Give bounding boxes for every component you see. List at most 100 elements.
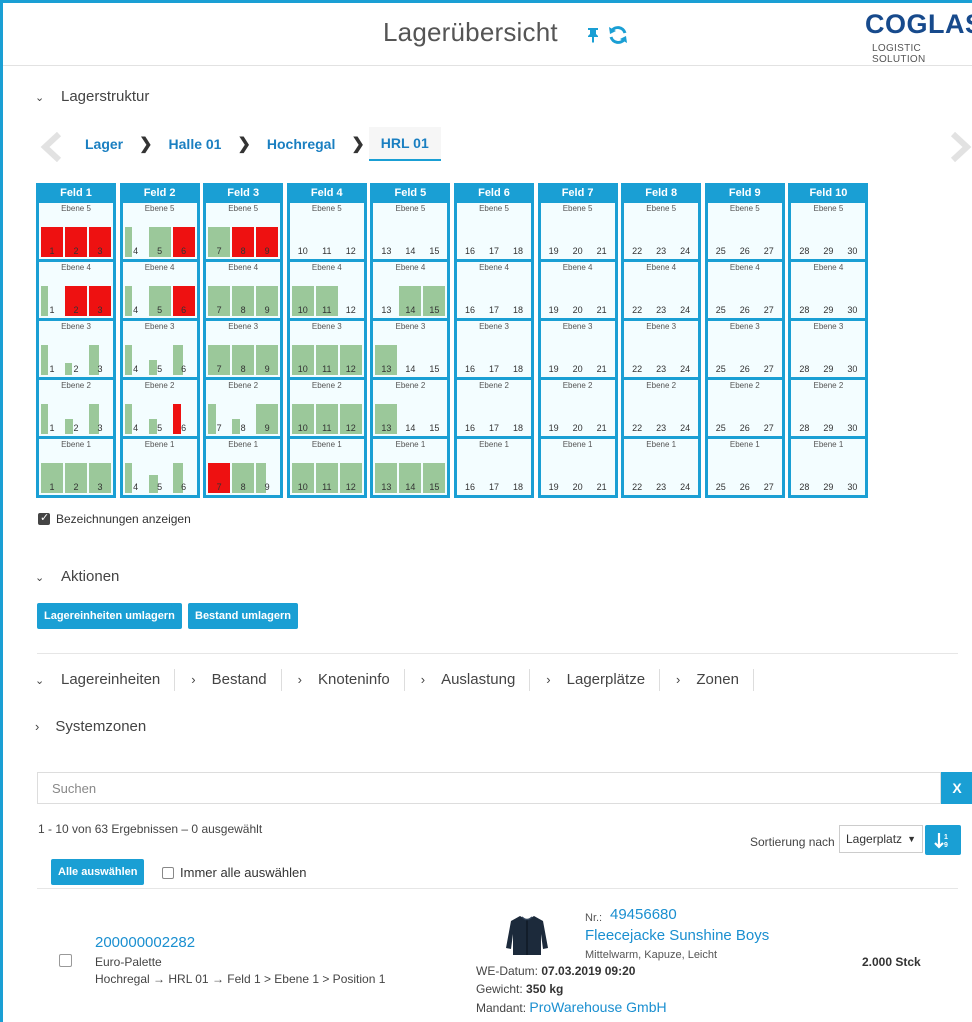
rack-level[interactable]: Ebene 3 4 5 6 — [122, 321, 197, 377]
rack-level[interactable]: Ebene 5 28 29 30 — [791, 203, 866, 259]
rack-position[interactable]: 25 — [710, 345, 732, 375]
rack-position[interactable]: 14 — [399, 227, 421, 257]
search-input[interactable] — [50, 773, 944, 803]
rack-position[interactable]: 23 — [650, 227, 672, 257]
rack-position[interactable]: 22 — [626, 286, 648, 316]
rack-level[interactable]: Ebene 1 13 14 15 — [373, 439, 448, 495]
rack-position[interactable]: 8 — [232, 227, 255, 257]
rack-position[interactable]: 15 — [423, 463, 446, 493]
rack-position[interactable]: 26 — [734, 345, 756, 375]
rack-level[interactable]: Ebene 2 16 17 18 — [457, 380, 531, 436]
move-units-button[interactable]: Lagereinheiten umlagern — [37, 603, 182, 629]
rack-position[interactable]: 10 — [291, 463, 314, 493]
rack-position[interactable]: 5 — [148, 227, 171, 257]
rack-position[interactable]: 3 — [89, 227, 111, 257]
rack-position[interactable]: 3 — [89, 463, 111, 493]
chevron-left-icon[interactable] — [39, 132, 65, 162]
rack-position[interactable]: 27 — [758, 286, 780, 316]
rack-position[interactable]: 9 — [256, 227, 279, 257]
rack-position[interactable]: 15 — [423, 404, 445, 434]
rack-position[interactable]: 7 — [208, 286, 231, 316]
rack-level[interactable]: Ebene 4 7 8 9 — [206, 262, 281, 318]
rack-position[interactable]: 27 — [758, 345, 780, 375]
show-labels-checkbox[interactable] — [38, 511, 50, 525]
rack-position[interactable]: 24 — [674, 345, 696, 375]
rack-level[interactable]: Ebene 5 13 14 15 — [373, 203, 448, 259]
rack-position[interactable]: 4 — [124, 286, 147, 316]
rack-level[interactable]: Ebene 4 16 17 18 — [457, 262, 531, 318]
rack-position[interactable]: 14 — [399, 286, 422, 316]
item-checkbox[interactable] — [59, 954, 72, 967]
rack-position[interactable]: 5 — [148, 345, 171, 375]
rack-position[interactable]: 10 — [292, 227, 314, 257]
tab-systemzonen[interactable]: › Systemzonen — [35, 718, 146, 735]
rack-position[interactable]: 11 — [315, 345, 338, 375]
rack-position[interactable]: 10 — [291, 345, 314, 375]
rack-position[interactable]: 12 — [339, 404, 362, 434]
rack-position[interactable]: 18 — [507, 286, 529, 316]
pin-icon[interactable] — [586, 27, 600, 43]
rack-position[interactable]: 28 — [793, 404, 815, 434]
always-select-all-checkbox[interactable] — [162, 866, 174, 879]
rack-position[interactable]: 17 — [483, 404, 505, 434]
rack-field[interactable]: Feld 5 Ebene 5 13 14 15 Ebene 4 13 14 15 Ebene 31… — [370, 183, 451, 498]
rack-position[interactable]: 26 — [734, 463, 756, 493]
rack-level[interactable]: Ebene 1 1 2 3 — [39, 439, 113, 495]
rack-level[interactable]: Ebene 3 28 29 30 — [791, 321, 866, 377]
rack-field[interactable]: Feld 1 Ebene 5 1 2 3 Ebene 4 1 2 3 Ebene 3 1 2 3 Eben… — [36, 183, 116, 498]
rack-position[interactable]: 8 — [232, 286, 255, 316]
rack-position[interactable]: 25 — [710, 286, 732, 316]
rack-position[interactable]: 1 — [41, 463, 63, 493]
rack-position[interactable]: 23 — [650, 345, 672, 375]
rack-position[interactable]: 20 — [567, 227, 589, 257]
rack-position[interactable]: 9 — [256, 463, 278, 493]
rack-level[interactable]: Ebene 2 13 14 15 — [373, 380, 448, 436]
breadcrumb-item-hochregal[interactable]: Hochregal — [255, 128, 347, 160]
rack-level[interactable]: Ebene 1 22 23 24 — [624, 439, 699, 495]
rack-level[interactable]: Ebene 4 1 2 3 — [39, 262, 113, 318]
rack-level[interactable]: Ebene 4 4 5 6 — [122, 262, 197, 318]
article-name-link[interactable]: Fleecejacke Sunshine Boys — [585, 927, 769, 944]
always-select-all-toggle[interactable]: Immer alle auswählen — [162, 865, 306, 880]
rack-position[interactable]: 21 — [591, 227, 613, 257]
rack-field[interactable]: Feld 6 Ebene 5 16 17 18 Ebene 4 16 17 18 Ebene 31… — [454, 183, 534, 498]
rack-position[interactable]: 13 — [375, 404, 398, 434]
rack-position[interactable]: 16 — [459, 404, 481, 434]
rack-position[interactable]: 26 — [734, 404, 756, 434]
rack-position[interactable]: 25 — [710, 227, 732, 257]
rack-position[interactable]: 15 — [423, 286, 446, 316]
rack-level[interactable]: Ebene 4 22 23 24 — [624, 262, 699, 318]
rack-position[interactable]: 4 — [124, 345, 147, 375]
sort-select[interactable]: Lagerplatz ▼ — [839, 825, 923, 853]
rack-position[interactable]: 30 — [841, 404, 863, 434]
rack-level[interactable]: Ebene 5 7 8 9 — [206, 203, 281, 259]
rack-position[interactable]: 29 — [817, 345, 839, 375]
rack-position[interactable]: 27 — [758, 404, 780, 434]
refresh-icon[interactable] — [607, 25, 629, 45]
rack-position[interactable]: 10 — [291, 404, 314, 434]
rack-position[interactable]: 18 — [507, 345, 529, 375]
rack-position[interactable]: 17 — [483, 463, 505, 493]
rack-position[interactable]: 2 — [65, 227, 87, 257]
rack-position[interactable]: 29 — [817, 463, 839, 493]
rack-position[interactable]: 5 — [148, 404, 171, 434]
rack-level[interactable]: Ebene 5 4 5 6 — [122, 203, 197, 259]
rack-position[interactable]: 6 — [172, 227, 195, 257]
rack-position[interactable]: 6 — [172, 404, 195, 434]
rack-position[interactable]: 24 — [674, 463, 696, 493]
tab-zonen[interactable]: › Zonen — [676, 669, 754, 691]
rack-position[interactable]: 22 — [626, 227, 648, 257]
rack-position[interactable]: 22 — [626, 404, 648, 434]
rack-position[interactable]: 29 — [817, 227, 839, 257]
rack-position[interactable]: 1 — [41, 286, 63, 316]
rack-position[interactable]: 3 — [89, 345, 111, 375]
rack-position[interactable]: 29 — [817, 286, 839, 316]
rack-position[interactable]: 26 — [734, 227, 756, 257]
rack-position[interactable]: 22 — [626, 345, 648, 375]
rack-position[interactable]: 12 — [339, 463, 362, 493]
rack-position[interactable]: 2 — [65, 404, 87, 434]
rack-position[interactable]: 7 — [208, 345, 231, 375]
rack-position[interactable]: 19 — [543, 404, 565, 434]
rack-level[interactable]: Ebene 2 1 2 3 — [39, 380, 113, 436]
rack-level[interactable]: Ebene 2 19 20 21 — [540, 380, 615, 436]
